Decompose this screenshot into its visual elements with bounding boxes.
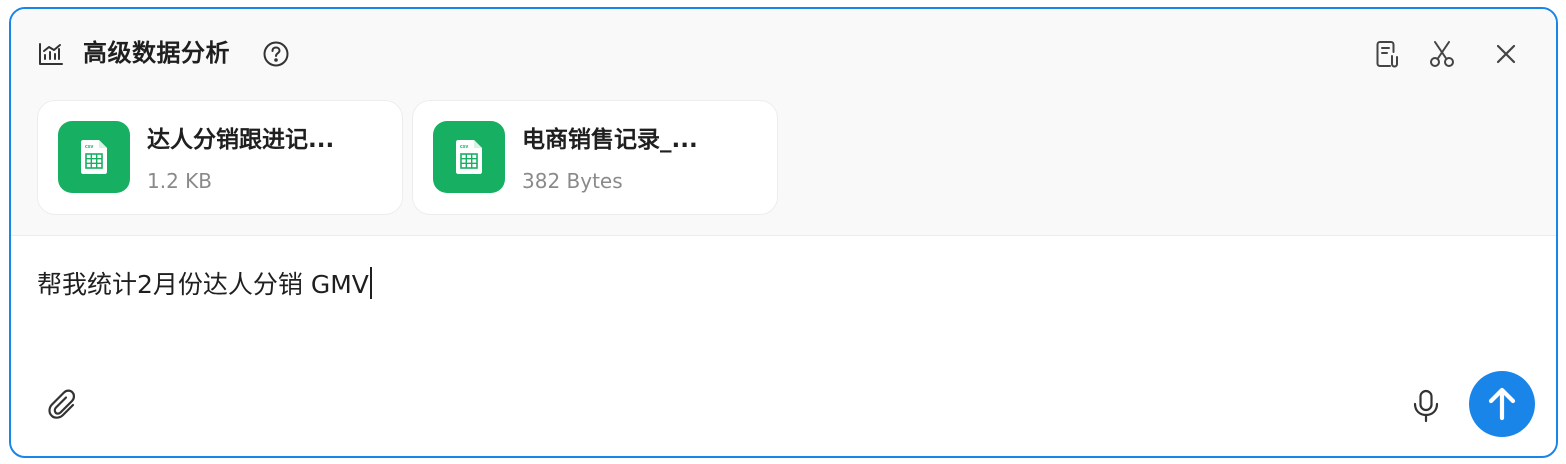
scissors-icon: [1430, 41, 1454, 67]
file-size: 382 Bytes: [522, 169, 623, 193]
microphone-icon: [1413, 389, 1439, 423]
text-caret: [369, 267, 372, 299]
csv-file-icon: csv: [58, 121, 130, 193]
scissors-button[interactable]: [1423, 35, 1461, 73]
composer-header: 高级数据分析: [11, 9, 1556, 97]
clipboard-attach-button[interactable]: [1368, 35, 1406, 73]
file-size: 1.2 KB: [147, 169, 212, 193]
message-input-value: 帮我统计2月份达人分销 GMV: [37, 270, 369, 299]
svg-text:csv: csv: [460, 144, 469, 150]
send-arrow-icon: [1488, 387, 1516, 421]
message-input[interactable]: 帮我统计2月份达人分销 GMV: [37, 265, 372, 305]
close-icon: [1496, 44, 1516, 64]
help-icon[interactable]: [262, 40, 290, 68]
csv-file-icon: csv: [433, 121, 505, 193]
chat-composer-panel: 高级数据分析 csv 达人分销跟进记... 1.2 KB csv 电商销售记录_…: [9, 7, 1558, 458]
chart-icon: [39, 43, 63, 65]
file-card[interactable]: csv 电商销售记录_... 382 Bytes: [412, 100, 778, 215]
close-button[interactable]: [1487, 35, 1525, 73]
composer-header-area: 高级数据分析 csv 达人分销跟进记... 1.2 KB csv 电商销售记录_…: [11, 9, 1556, 236]
svg-text:csv: csv: [85, 144, 94, 150]
page-title: 高级数据分析: [83, 39, 230, 67]
send-button[interactable]: [1469, 371, 1535, 437]
attach-button[interactable]: [43, 385, 85, 427]
paperclip-icon: [48, 389, 76, 419]
microphone-button[interactable]: [1405, 385, 1447, 427]
file-name: 电商销售记录_...: [522, 127, 698, 153]
file-card[interactable]: csv 达人分销跟进记... 1.2 KB: [37, 100, 403, 215]
clipboard-attach-icon: [1376, 41, 1398, 68]
file-name: 达人分销跟进记...: [147, 127, 335, 153]
